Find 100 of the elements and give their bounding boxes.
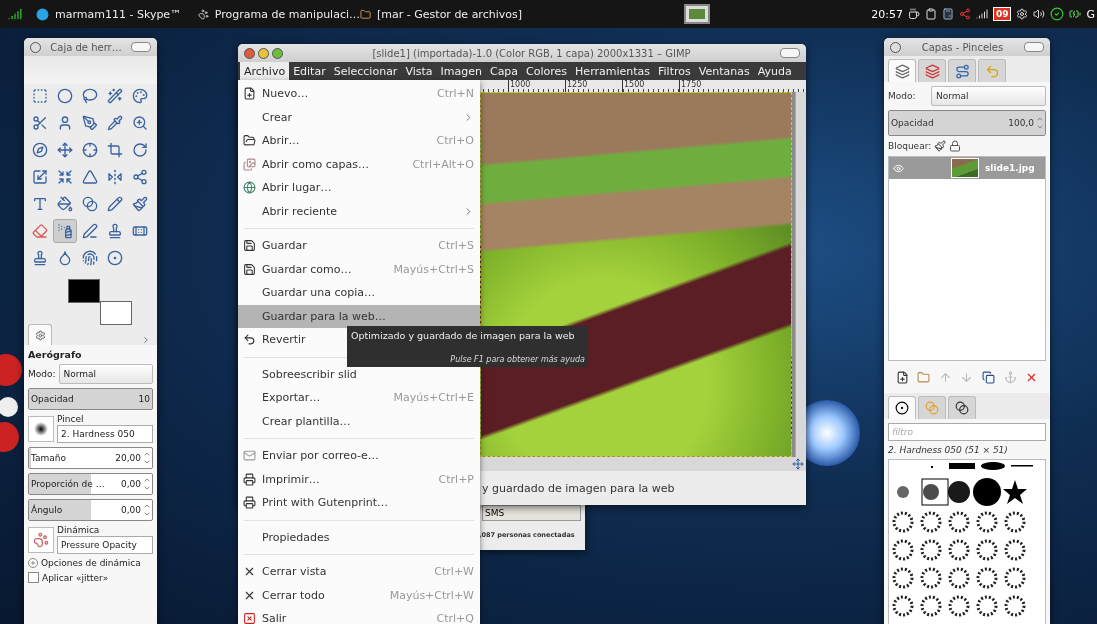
printer-icon [242, 472, 256, 486]
menu-item[interactable]: Sobreescribir slid [238, 362, 480, 386]
new-file-icon [242, 87, 256, 101]
menu-title[interactable]: Herramientas [571, 62, 655, 80]
tool-options-tab[interactable] [28, 324, 52, 345]
menu-title[interactable]: Colores [522, 62, 572, 80]
dynamics-field[interactable]: Pressure Opacity [57, 536, 153, 554]
mode-dropdown[interactable]: Normal [58, 364, 153, 384]
folder-icon [360, 7, 372, 21]
menu-item[interactable]: Abrir reciente [238, 199, 480, 223]
filter-field[interactable]: filtro [888, 423, 1046, 441]
flip-icon [107, 169, 123, 185]
taskbar-task[interactable]: [mar - Gestor de archivos] [360, 7, 522, 21]
menu-item[interactable]: Crear [238, 105, 480, 129]
airbrush-icon [57, 223, 73, 239]
background-color-swatch[interactable] [100, 301, 132, 325]
menu-title[interactable]: Seleccionar [329, 62, 402, 80]
arrow-up-icon [938, 370, 952, 384]
tooltip-hint: Pulse F1 para obtener más ayuda [450, 355, 585, 364]
menu-item[interactable]: Abrir… Ctrl+O [238, 129, 480, 153]
spin-down-icon [143, 458, 151, 466]
menu-item[interactable]: Abrir lugar… [238, 176, 480, 200]
menu-item[interactable]: Enviar por correo-e… [238, 444, 480, 468]
quit-icon [242, 612, 256, 624]
menu-title[interactable]: Ayuda [753, 62, 796, 80]
paw-icon [198, 7, 209, 21]
window-title: Caja de herr… [49, 41, 123, 53]
menu-title[interactable]: Vista [401, 62, 437, 80]
move-arrows-icon [57, 142, 73, 158]
brush-preview[interactable] [28, 415, 54, 442]
ellipse-icon [57, 88, 73, 104]
soft-dot-icon [34, 421, 48, 436]
menu-item[interactable]: Abrir como capas… Ctrl+Alt+O [238, 152, 480, 176]
menu-title[interactable]: Editar [289, 62, 330, 80]
clock[interactable]: 20:57 [871, 7, 903, 21]
value-slider[interactable]: Tamaño 20,00 [28, 447, 153, 469]
minimize-button[interactable] [258, 47, 269, 59]
menu-item[interactable]: Propiedades [238, 525, 480, 549]
folder-button[interactable] [915, 369, 932, 385]
dynamics-preview[interactable] [28, 526, 54, 553]
globe-icon [242, 181, 256, 195]
close-button[interactable] [244, 47, 255, 59]
panel-menu-icon [141, 335, 151, 345]
opacity-slider[interactable]: Opacidad 10 [28, 388, 153, 410]
volume-icon [1033, 8, 1046, 20]
folder-icon [242, 134, 256, 148]
calendar-icon[interactable]: 09 [992, 7, 1012, 21]
window-button[interactable] [890, 41, 901, 53]
value-slider[interactable]: Ángulo 0,00 [28, 499, 153, 521]
menu-title[interactable]: Filtros [654, 62, 695, 80]
eye-icon [893, 162, 904, 174]
revert-icon [242, 333, 256, 347]
duplicate-icon [982, 370, 996, 384]
window-button[interactable] [30, 41, 41, 53]
menu-title[interactable]: Capa [485, 62, 523, 80]
save-icon [242, 239, 256, 253]
window-title: [slide1] (importada)-1.0 (Color RGB, 1 capa) 2000x1331 – GIMP [371, 47, 692, 59]
menu-title[interactable]: Imagen [436, 62, 486, 80]
menu-item[interactable]: Exportar… Mayús+Ctrl+E [238, 386, 480, 410]
taskbar-task[interactable]: Programa de manipulaci… [198, 7, 360, 21]
menu-title[interactable]: Ventanas [694, 62, 754, 80]
mode-dropdown[interactable]: Normal [931, 86, 1046, 106]
dock-tab[interactable] [888, 396, 916, 419]
window-button[interactable] [131, 42, 151, 52]
printer-icon [242, 496, 256, 510]
window-thumbnail-icon[interactable] [683, 4, 710, 24]
menu-item[interactable]: Cerrar todo Mayús+Ctrl+W [238, 583, 480, 607]
menu-item[interactable]: Cerrar vista Ctrl+W [238, 560, 480, 584]
menu-item[interactable]: Crear plantilla… [238, 409, 480, 433]
menu-item[interactable]: Nuevo… Ctrl+N [238, 82, 480, 106]
window-button[interactable] [780, 48, 800, 58]
opacity-slider[interactable]: Opacidad 100,0 [888, 110, 1046, 136]
spin-up-icon [143, 502, 151, 510]
folder-icon [917, 370, 931, 384]
dock-tab[interactable] [948, 396, 976, 419]
palette-icon [132, 88, 148, 104]
menu-item[interactable]: Guardar una copia… [238, 281, 480, 305]
jitter-label: Aplicar «jitter» [42, 572, 109, 583]
spin-up-icon [1036, 115, 1044, 123]
brush-field[interactable]: 2. Hardness 050 [57, 425, 153, 443]
battery-icon [1069, 8, 1082, 20]
duplicate-button[interactable] [980, 369, 997, 385]
menu-title[interactable]: Archivo [240, 62, 290, 80]
mug-icon [907, 8, 920, 20]
lock-alpha-icon [949, 140, 962, 152]
window-button[interactable] [1024, 42, 1044, 52]
foreground-color-swatch[interactable] [68, 279, 100, 303]
dynamics-options-label[interactable]: Opciones de dinámica [41, 558, 141, 568]
vertical-scrollbar[interactable] [795, 92, 806, 457]
menu-item[interactable]: Guardar para la web… [238, 304, 480, 328]
jitter-checkbox[interactable] [28, 572, 39, 583]
menu-item[interactable]: Salir Ctrl+Q [238, 607, 480, 624]
mail-icon [242, 449, 256, 463]
value-slider[interactable]: Proporción de … 0,00 [28, 473, 153, 495]
menu-item[interactable]: Guardar como… Mayús+Ctrl+S [238, 257, 480, 281]
tool-button[interactable] [53, 219, 77, 243]
chat-tab[interactable]: SMS [482, 505, 581, 521]
menu-item[interactable]: Guardar Ctrl+S [238, 234, 480, 258]
maximize-button[interactable] [272, 47, 283, 59]
taskbar-task[interactable]: marmam111 - Skype™ [36, 7, 198, 21]
